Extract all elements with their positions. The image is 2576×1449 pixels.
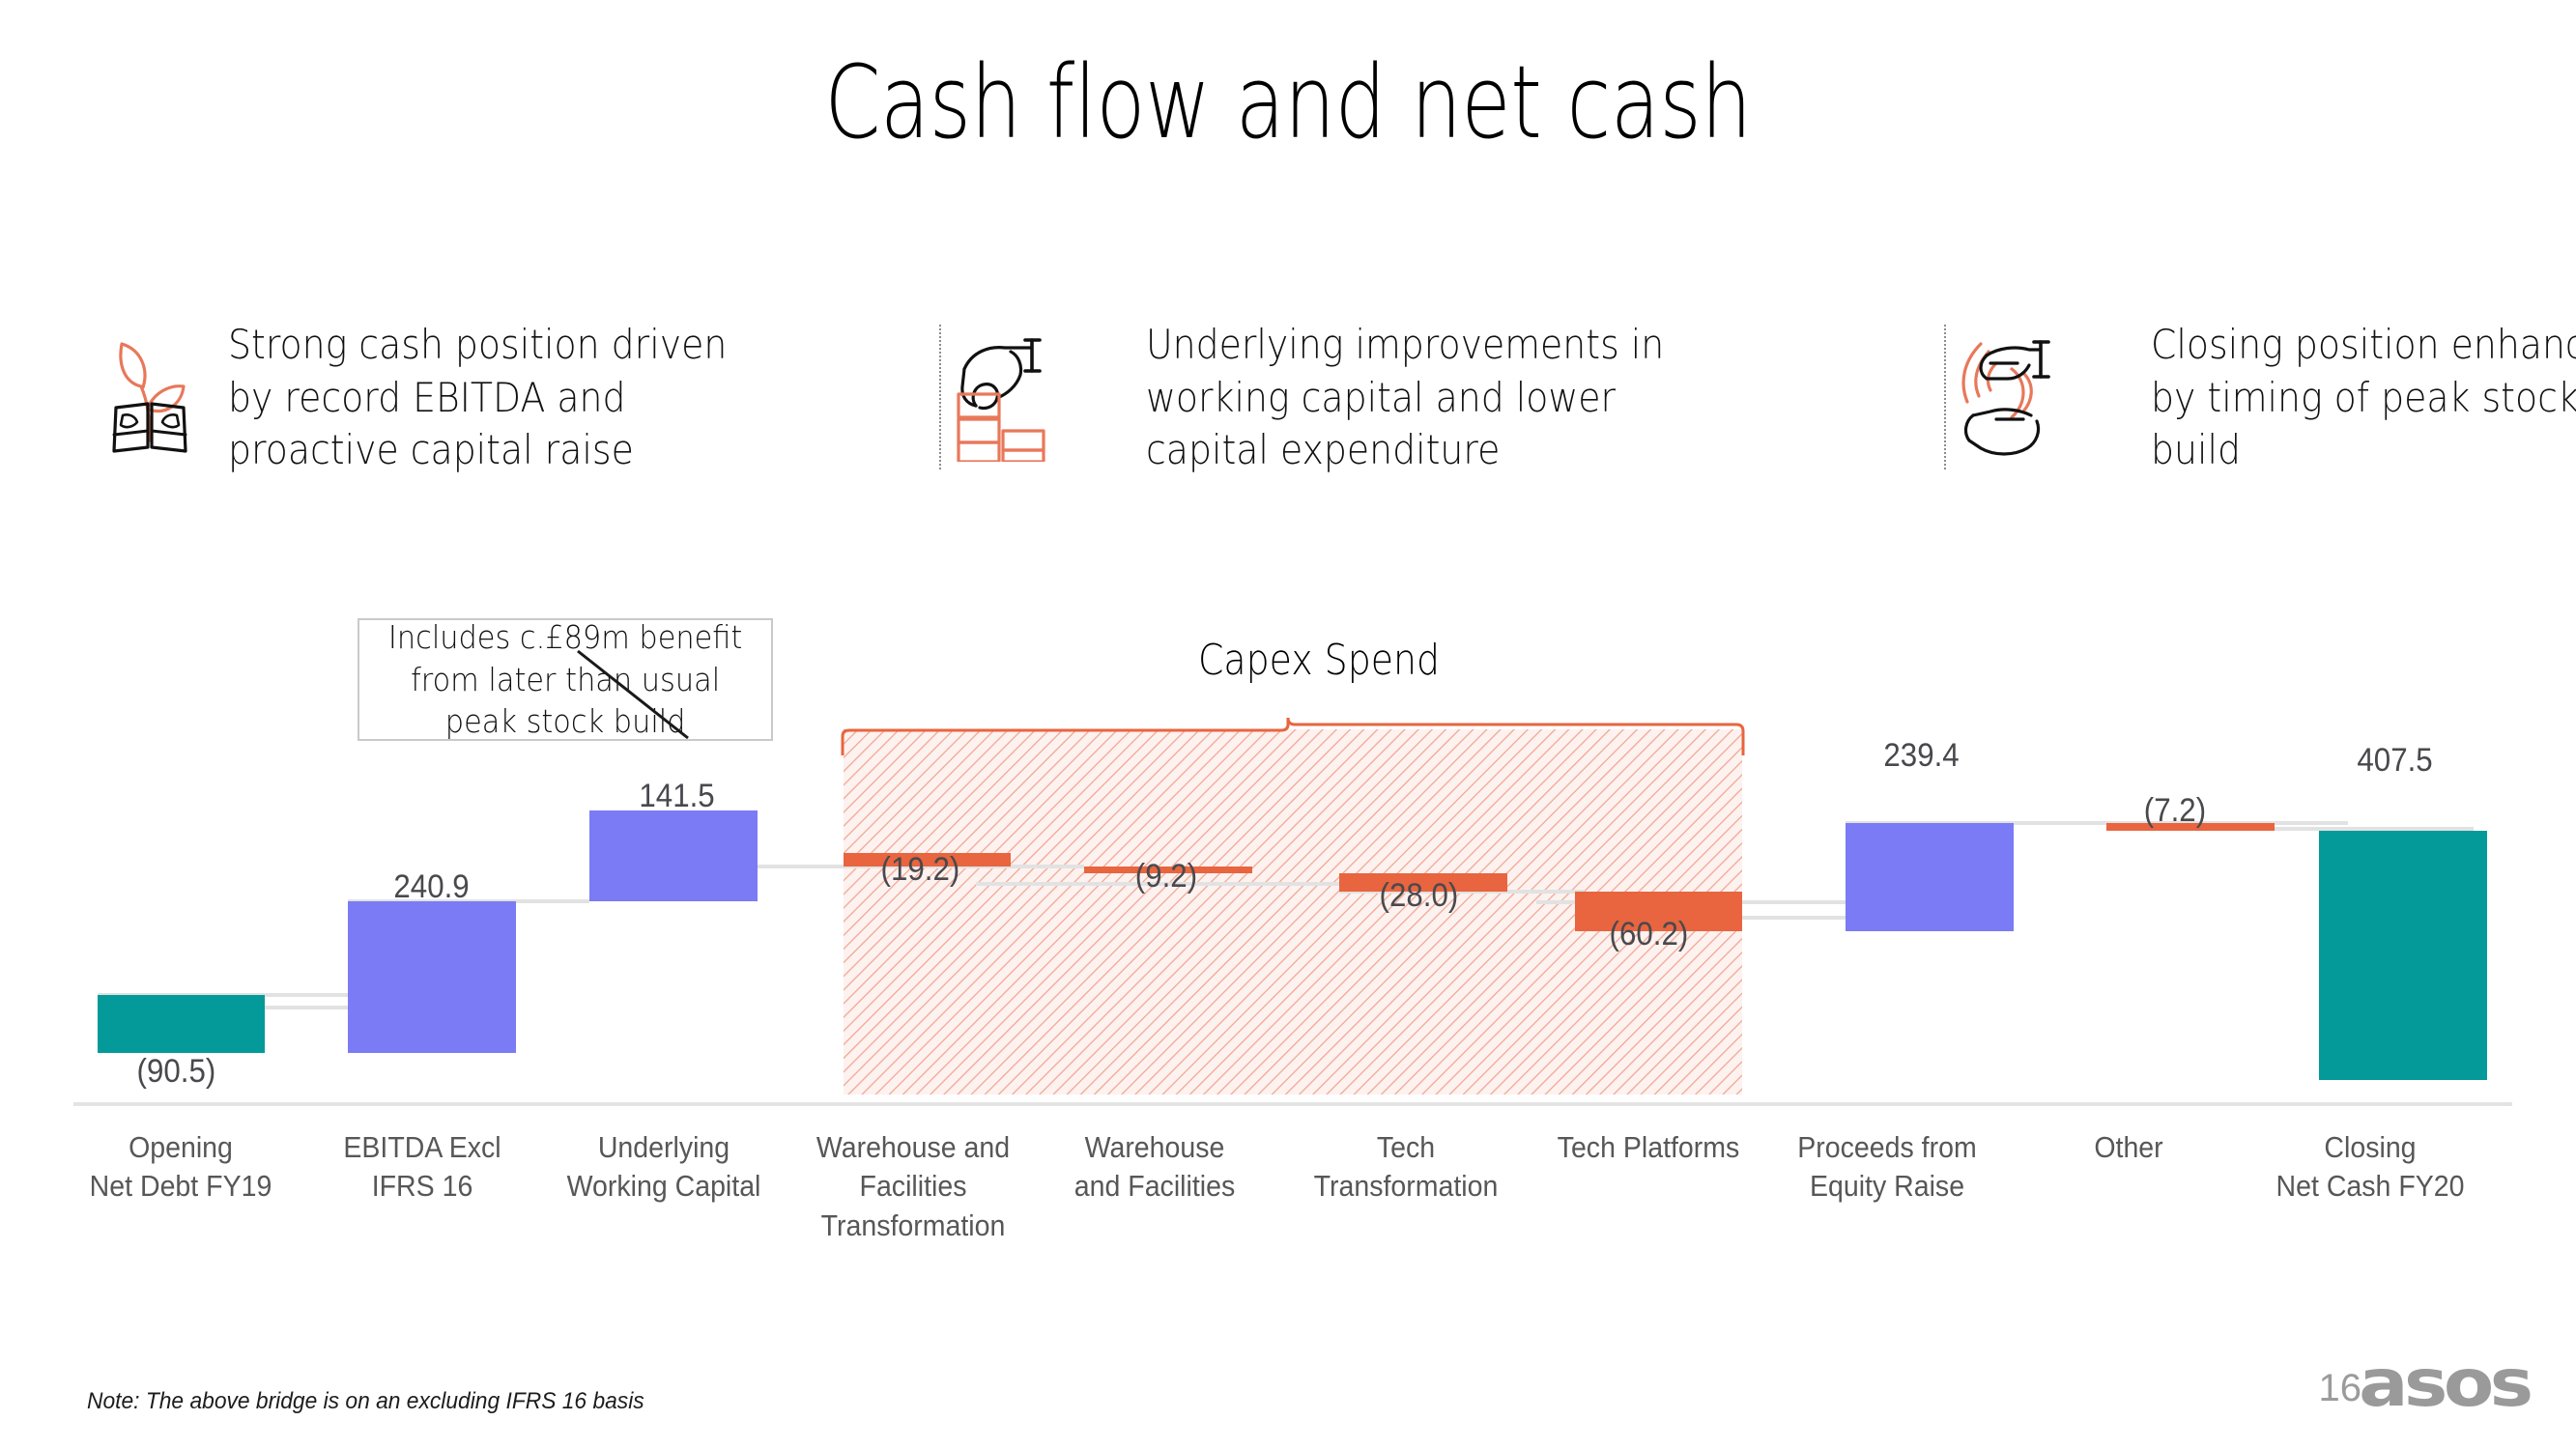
asos-logo: asos <box>2359 1346 2534 1422</box>
page-number: 16 <box>2318 1367 2362 1409</box>
bullet-row: Strong cash position driven by record EB… <box>93 319 2576 522</box>
bar-ebitda <box>348 901 516 1053</box>
bullet-item-1: Strong cash position driven by record EB… <box>93 319 904 477</box>
x-label-whft: Warehouse and Facilities Transformation <box>816 1130 1011 1242</box>
x-axis-labels: Opening Net Debt FY19 EBITDA Excl IFRS 1… <box>0 1128 2576 1245</box>
x-label-opening: Opening Net Debt FY19 <box>89 1130 272 1204</box>
bullet-item-3: Closing position enhanced by timing of p… <box>1948 319 2576 477</box>
bullet-text-1: Strong cash position driven by record EB… <box>228 321 728 474</box>
waterfall-chart <box>0 589 2576 1169</box>
callout-leader-line <box>577 649 689 740</box>
bar-opening-net-debt <box>98 995 265 1053</box>
value-label-other: (7.2) <box>2143 792 2207 829</box>
value-label-whft: (19.2) <box>880 851 960 888</box>
x-label-techtrans: Tech Transformation <box>1313 1130 1499 1204</box>
value-label-techtrans: (28.0) <box>1379 877 1459 914</box>
value-label-techplat: (60.2) <box>1609 916 1689 952</box>
hand-stacking-blocks-icon <box>943 327 1057 462</box>
x-label-wc: Underlying Working Capital <box>566 1130 761 1204</box>
x-label-techplat: Tech Platforms <box>1557 1130 1740 1164</box>
hands-exchange-icon <box>1948 327 2062 462</box>
x-label-closing: Closing Net Cash FY20 <box>2275 1130 2465 1204</box>
value-label-closing: 407.5 <box>2357 742 2433 779</box>
bar-equity-raise <box>1846 823 2014 931</box>
x-label-ebitda: EBITDA Excl IFRS 16 <box>343 1130 501 1204</box>
plant-money-icon <box>93 327 207 462</box>
value-label-opening: (90.5) <box>136 1053 216 1090</box>
bullet-item-2: Underlying improvements in working capit… <box>943 319 1909 477</box>
bullet-text-2: Underlying improvements in working capit… <box>1146 321 1665 474</box>
value-label-ebitda: 240.9 <box>393 868 470 905</box>
x-label-whf: Warehouse and Facilities <box>1073 1130 1236 1204</box>
page-title: Cash flow and net cash <box>824 43 1752 161</box>
bar-working-capital <box>589 810 758 901</box>
footnote: Note: The above bridge is on an excludin… <box>87 1388 644 1414</box>
x-label-other: Other <box>2094 1130 2163 1164</box>
slide: Cash flow and net cash Strong cash posit… <box>0 0 2576 1449</box>
value-label-wc: 141.5 <box>639 778 715 814</box>
x-label-equity: Proceeds from Equity Raise <box>1797 1130 1977 1204</box>
bar-closing-net-cash <box>2319 831 2487 1080</box>
bullet-text-3: Closing position enhanced by timing of p… <box>2151 321 2576 474</box>
value-label-equity: 239.4 <box>1883 737 1960 774</box>
value-label-whf: (9.2) <box>1134 858 1198 895</box>
